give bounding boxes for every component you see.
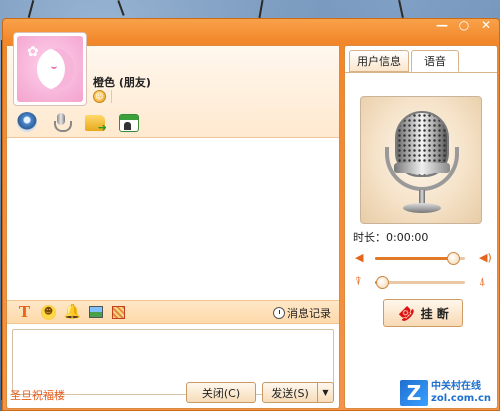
bottom-bar: 圣旦祝福楼 关闭(C) 发送(S) ▼ [6,374,340,410]
side-panel: 用户信息 语音 时长：0:00:00 ◀ ◀) ⍒ ⍋ ☎ 挂 断 Z 中关村在… [344,45,498,409]
send-image-icon[interactable] [89,306,103,318]
greeting-link[interactable]: 圣旦祝福楼 [10,387,65,403]
duration-value: 0:00:00 [386,231,429,244]
hang-up-button[interactable]: ☎ 挂 断 [383,299,463,327]
nudge-bell-icon[interactable]: 🔔 [64,304,81,320]
avatar-image: ✿ [17,36,83,102]
flower-icon: ✿ [27,44,39,60]
contact-toolbar [17,112,139,134]
side-tabs: 用户信息 语音 [349,50,461,72]
speaker-volume-row: ◀ ◀) [355,250,492,266]
emoticon-icon[interactable]: ☻ [41,304,56,320]
clock-icon [273,306,285,319]
phone-icon: ☎ [394,301,418,325]
mic-mute-icon[interactable]: ⍒ [355,276,367,288]
screenshot-icon[interactable] [112,305,125,319]
moon-icon [37,48,75,90]
divider [111,90,112,103]
mic-volume-knob[interactable] [375,276,389,289]
contact-card-icon[interactable] [119,114,139,132]
message-history-area[interactable] [7,138,339,300]
chat-panel: ✿ 橙色 (朋友) ☺ T ☻ 🔔 消 [6,32,340,409]
minimize-button[interactable]: — [435,18,449,32]
send-options-dropdown[interactable]: ▼ [317,382,334,403]
send-file-icon[interactable] [85,115,107,134]
watermark-text-en: zol.com.cn [431,393,491,404]
tab-voice[interactable]: 语音 [411,50,459,72]
voice-call-icon[interactable] [51,112,72,132]
contact-header: ✿ 橙色 (朋友) ☺ [7,32,339,138]
mic-icon[interactable]: ⍋ [479,276,491,288]
microphone-image [360,96,482,224]
message-history-button[interactable]: 消息记录 [273,304,331,321]
hang-up-label: 挂 断 [420,306,449,321]
mic-volume-row: ⍒ ⍋ [355,274,491,290]
format-toolbar: T ☻ 🔔 消息记录 [7,300,339,324]
contact-name[interactable]: 橙色 (朋友) [93,74,151,90]
tab-user-info[interactable]: 用户信息 [349,50,409,72]
message-history-label: 消息记录 [287,306,331,320]
maximize-button[interactable]: ○ [457,18,471,32]
call-duration: 时长：0:00:00 [353,229,428,245]
speaker-volume-knob[interactable] [446,252,460,265]
avatar[interactable]: ✿ [13,32,87,106]
speaker-loud-icon[interactable]: ◀) [479,252,492,264]
window-controls: — ○ ✕ [435,18,493,32]
zol-logo: Z [400,380,429,406]
video-call-icon[interactable] [17,112,37,132]
watermark: Z 中关村在线 zol.com.cn [400,380,491,406]
status-icon[interactable]: ☺ [93,90,106,103]
speaker-volume-slider[interactable] [375,252,465,265]
close-window-button[interactable]: ✕ [479,18,493,32]
speaker-icon[interactable]: ◀ [355,252,367,264]
mic-volume-slider[interactable] [375,276,465,289]
watermark-text-cn: 中关村在线 [431,381,482,392]
font-icon[interactable]: T [17,303,32,321]
close-button[interactable]: 关闭(C) [186,382,256,403]
duration-label: 时长： [353,231,386,244]
chat-window: — ○ ✕ ✿ 橙色 (朋友) ☺ T [2,18,500,411]
send-button[interactable]: 发送(S) [262,382,318,403]
